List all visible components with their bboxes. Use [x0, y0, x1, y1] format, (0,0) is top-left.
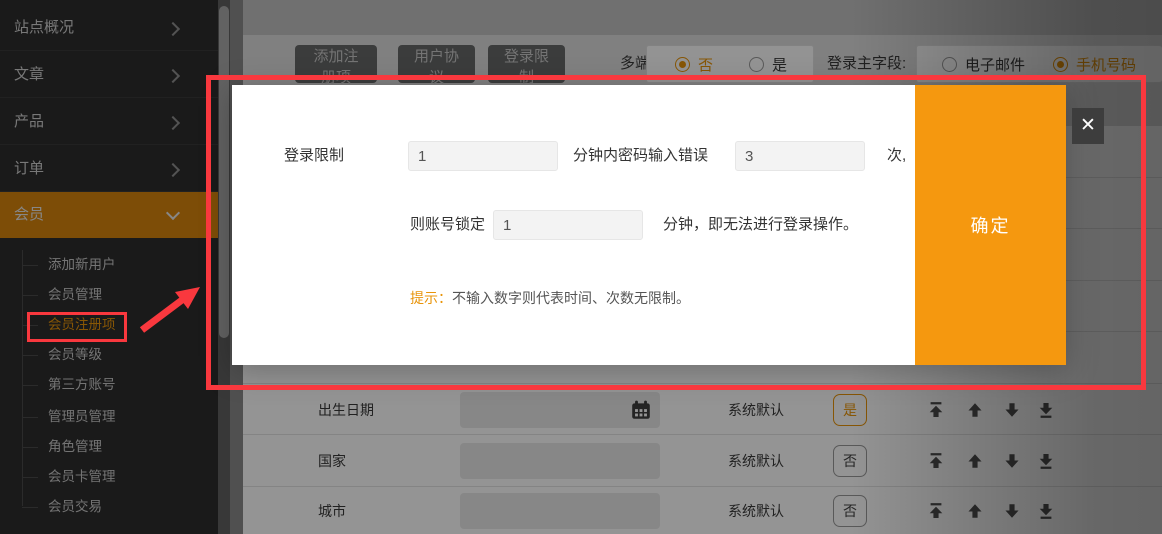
password-error-text: 分钟内密码输入错误	[573, 141, 708, 171]
login-limit-modal: 登录限制 分钟内密码输入错误 次, 则账号锁定 分钟，即无法进行登录操作。 提示…	[232, 85, 1066, 365]
admin-page: 站点概况 文章 产品 订单 会员 添加新用户 会员管理 会员注册项 会员等级 第…	[0, 0, 1162, 534]
lock-suffix-text: 分钟，即无法进行登录操作。	[663, 210, 858, 240]
error-times-input[interactable]	[735, 141, 865, 171]
hint-body: 不输入数字则代表时间、次数无限制。	[452, 290, 690, 306]
hint-text: 提示：不输入数字则代表时间、次数无限制。	[410, 288, 690, 308]
account-lock-label: 则账号锁定	[410, 210, 485, 240]
minutes-window-input[interactable]	[408, 141, 558, 171]
hint-prefix: 提示：	[410, 290, 452, 306]
confirm-button[interactable]: 确定	[915, 85, 1066, 365]
times-suffix-text: 次,	[887, 141, 906, 171]
lock-minutes-input[interactable]	[493, 210, 643, 240]
login-limit-label: 登录限制	[284, 141, 344, 171]
modal-body: 登录限制 分钟内密码输入错误 次, 则账号锁定 分钟，即无法进行登录操作。 提示…	[232, 85, 915, 365]
close-icon[interactable]: ✕	[1072, 108, 1104, 144]
